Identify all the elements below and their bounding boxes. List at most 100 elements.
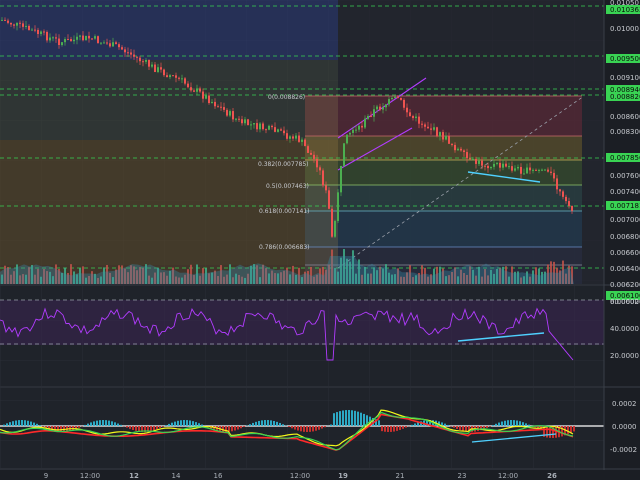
candle-body bbox=[337, 192, 339, 221]
candle-body bbox=[61, 42, 63, 46]
fib-label-500: 0.5(0.007463) bbox=[266, 183, 309, 190]
candle-body bbox=[382, 107, 384, 110]
candle-body bbox=[31, 29, 33, 31]
fib-label-618: 0.618(0.007141) bbox=[259, 208, 310, 215]
candle-body bbox=[319, 167, 321, 171]
macd-hist-bar bbox=[567, 426, 569, 435]
candle-body bbox=[256, 123, 258, 130]
candle-body bbox=[364, 118, 366, 128]
macd-hist-bar bbox=[87, 423, 89, 426]
candle-body bbox=[7, 20, 9, 23]
candle-body bbox=[28, 25, 30, 31]
candle-body bbox=[442, 132, 444, 140]
macd-hist-bar bbox=[198, 423, 200, 426]
candle-body bbox=[247, 119, 249, 126]
candle-body bbox=[454, 144, 456, 151]
macd-hist-bar bbox=[546, 426, 548, 438]
candle-body bbox=[133, 54, 135, 57]
macd-hist-bar bbox=[258, 420, 260, 426]
rsi-label-40: 40.0000 bbox=[610, 325, 639, 333]
rsi-axis[interactable]: 60.0000 40.0000 20.0000 bbox=[610, 298, 639, 360]
macd-hist-bar bbox=[126, 426, 128, 428]
candle-body bbox=[553, 172, 555, 179]
price-label: 0.010363 bbox=[610, 6, 640, 14]
candle-body bbox=[463, 150, 465, 153]
candle-body bbox=[271, 125, 273, 128]
candle-body bbox=[157, 67, 159, 73]
macd-hist-bar bbox=[171, 422, 173, 426]
candle-body bbox=[538, 169, 540, 171]
candle-body bbox=[199, 88, 201, 92]
macd-hist-bar bbox=[516, 420, 518, 426]
macd-hist-bar bbox=[309, 426, 311, 432]
candle-body bbox=[352, 129, 354, 133]
candle-body bbox=[259, 123, 261, 130]
candle-body bbox=[190, 87, 192, 91]
candle-body bbox=[502, 163, 504, 168]
macd-hist-bar bbox=[18, 420, 20, 426]
candle-body bbox=[562, 191, 564, 197]
macd-hist-bar bbox=[393, 426, 395, 432]
candle-body bbox=[529, 167, 531, 171]
candle-body bbox=[16, 22, 18, 26]
price-label: 0.006800 bbox=[610, 233, 640, 241]
time-axis[interactable]: 9 12:00 12 14 16 12:00 19 21 23 12:00 26 bbox=[44, 472, 557, 480]
candle-body bbox=[40, 31, 42, 35]
candle-body bbox=[394, 96, 396, 98]
candle-body bbox=[49, 37, 51, 41]
candle-body bbox=[127, 52, 129, 54]
candle-body bbox=[526, 167, 528, 174]
time-label: 26 bbox=[547, 472, 557, 480]
price-axis[interactable]: 0.010500.0103630.010000.0095000.0091000.… bbox=[606, 0, 640, 306]
trading-chart[interactable]: 0(0.008826) 0.382(0.007785) 0.5(0.007463… bbox=[0, 0, 640, 480]
macd-hist-bar bbox=[396, 426, 398, 431]
macd-hist-bar bbox=[252, 422, 254, 426]
time-label: 21 bbox=[396, 472, 405, 480]
candle-body bbox=[136, 56, 138, 58]
candle-body bbox=[310, 152, 312, 155]
macd-axis[interactable]: 0.0002 0.0000 -0.0002 bbox=[610, 400, 637, 454]
price-label: 0.008826 bbox=[610, 93, 640, 101]
candle-body bbox=[229, 111, 231, 116]
candle-body bbox=[367, 116, 369, 119]
macd-hist-bar bbox=[336, 412, 338, 426]
candle-body bbox=[535, 169, 537, 171]
macd-hist-bar bbox=[291, 426, 293, 429]
macd-hist-bar bbox=[21, 420, 23, 426]
candle-body bbox=[43, 31, 45, 33]
candle-body bbox=[151, 64, 153, 67]
candle-body bbox=[340, 165, 342, 193]
macd-hist-bar bbox=[519, 421, 521, 426]
macd-hist-bar bbox=[111, 421, 113, 426]
candle-body bbox=[13, 24, 15, 26]
macd-hist-bar bbox=[573, 426, 575, 432]
macd-hist-bar bbox=[93, 421, 95, 426]
candle-body bbox=[511, 166, 513, 171]
candle-body bbox=[124, 49, 126, 53]
candle-body bbox=[391, 97, 393, 100]
candle-body bbox=[547, 169, 549, 172]
macd-hist-bar bbox=[270, 420, 272, 426]
macd-hist-bar bbox=[240, 426, 242, 429]
macd-hist-bar bbox=[264, 420, 266, 426]
macd-hist-bar bbox=[489, 426, 491, 427]
macd-hist-bar bbox=[318, 426, 320, 430]
candle-body bbox=[193, 90, 195, 92]
fib-label-0: 0(0.008826) bbox=[268, 94, 305, 101]
candle-body bbox=[418, 116, 420, 124]
candle-body bbox=[505, 163, 507, 167]
candle-body bbox=[349, 132, 351, 135]
price-label: 0.008600 bbox=[610, 113, 640, 121]
macd-hist-bar bbox=[303, 426, 305, 432]
candle-body bbox=[121, 47, 123, 50]
candle-body bbox=[52, 37, 54, 39]
macd-hist-bar bbox=[168, 423, 170, 426]
macd-hist-bar bbox=[9, 422, 11, 426]
price-label: 0.007600 bbox=[610, 172, 640, 180]
candle-body bbox=[160, 67, 162, 70]
candle-body bbox=[421, 123, 423, 125]
macd-hist-bar bbox=[306, 426, 308, 432]
macd-hist-bar bbox=[102, 420, 104, 426]
candle-body bbox=[412, 116, 414, 119]
candle-body bbox=[430, 128, 432, 130]
